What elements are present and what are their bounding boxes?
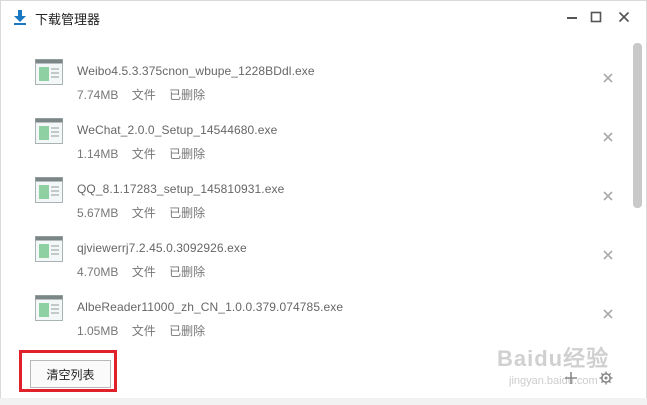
vertical-scrollbar[interactable] [633, 43, 642, 343]
exe-file-icon [35, 177, 63, 203]
file-status: 已删除 [169, 324, 206, 338]
minimize-button[interactable] [561, 7, 583, 27]
download-item[interactable]: AlbeReader11000_zh_CN_1.0.0.379.074785.e… [15, 277, 627, 339]
file-name: Weibo4.5.3.375cnon_wbupe_1228BDdl.exe [77, 64, 315, 78]
download-item[interactable]: QQ_8.1.17283_setup_145810931.exe 5.67MB … [15, 159, 627, 220]
watermark-sub-text: jingyan.baidu.com [509, 375, 598, 387]
maximize-button[interactable] [585, 7, 607, 27]
close-x-icon[interactable] [601, 307, 615, 321]
download-manager-window: 下载管理器 Weibo4.5.3.375cnon_wbupe_1228BDdl.… [0, 0, 647, 405]
window-title: 下载管理器 [35, 13, 101, 28]
exe-file-icon [35, 118, 63, 144]
file-name: AlbeReader11000_zh_CN_1.0.0.379.074785.e… [77, 300, 344, 314]
download-item[interactable]: qjviewerrj7.2.45.0.3092926.exe 4.70MB 文件… [15, 218, 627, 279]
exe-file-icon [35, 236, 63, 262]
watermark-main-text: Baidu经验 [497, 346, 610, 371]
close-x-icon[interactable] [601, 71, 615, 85]
file-type: 文件 [131, 324, 156, 338]
background-strip [0, 398, 647, 405]
plus-icon[interactable] [564, 371, 578, 385]
close-window-button[interactable] [613, 7, 635, 27]
download-arrow-icon [13, 9, 27, 25]
download-item[interactable]: WeChat_2.0.0_Setup_14544680.exe 1.14MB 文… [15, 100, 627, 161]
close-x-icon[interactable] [601, 130, 615, 144]
file-meta: 1.05MB 文件 已删除 [77, 322, 215, 339]
exe-file-icon [35, 59, 63, 85]
scrollbar-thumb[interactable] [633, 43, 642, 208]
close-x-icon[interactable] [601, 189, 615, 203]
gear-icon[interactable] [599, 371, 613, 385]
file-name: QQ_8.1.17283_setup_145810931.exe [77, 182, 285, 196]
file-size: 1.05MB [77, 324, 119, 338]
exe-file-icon [35, 295, 63, 321]
title-bar[interactable]: 下载管理器 [1, 1, 646, 33]
download-list: Weibo4.5.3.375cnon_wbupe_1228BDdl.exe 7.… [15, 33, 627, 343]
close-x-icon[interactable] [601, 248, 615, 262]
clear-list-button[interactable]: 清空列表 [30, 360, 111, 388]
file-name: qjviewerrj7.2.45.0.3092926.exe [77, 241, 247, 255]
download-item[interactable]: Weibo4.5.3.375cnon_wbupe_1228BDdl.exe 7.… [15, 41, 627, 102]
file-name: WeChat_2.0.0_Setup_14544680.exe [77, 123, 278, 137]
